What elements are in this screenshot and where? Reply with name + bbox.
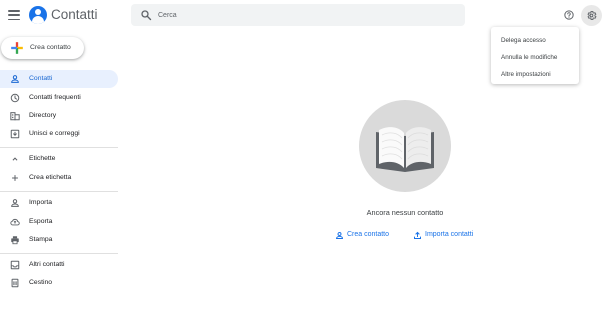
labels-section-header[interactable]: Etichette: [0, 150, 118, 168]
sidebar-item-contatti[interactable]: Contatti: [0, 70, 118, 88]
plus-icon: [12, 175, 18, 181]
sidebar-item-label: Altri contatti: [29, 261, 65, 268]
open-book-icon: [376, 127, 434, 172]
sidebar-divider: [0, 147, 118, 148]
search-input[interactable]: [158, 7, 458, 23]
menu-item-delega-accesso[interactable]: Delega accesso: [491, 32, 579, 49]
sidebar-item-label: Contatti frequenti: [29, 94, 81, 101]
history-icon: [10, 93, 20, 103]
sidebar-divider: [0, 253, 118, 254]
person-icon: [336, 232, 343, 239]
empty-state-message: Ancora nessun contatto: [366, 208, 444, 217]
menu-item-altre-impostazioni[interactable]: Altre impostazioni: [491, 66, 579, 83]
sidebar-item-cestino[interactable]: Cestino: [0, 274, 118, 292]
search-bar[interactable]: [131, 4, 465, 26]
sidebar-item-label: Stampa: [29, 236, 53, 243]
settings-menu: Delega accesso Annulla le modifiche Altr…: [491, 27, 579, 84]
sidebar-item-label: Importa: [29, 199, 53, 206]
plus-icon: [11, 42, 23, 54]
search-icon[interactable]: [140, 9, 152, 21]
sidebar-item-contatti-frequenti[interactable]: Contatti frequenti: [0, 89, 118, 107]
upload-icon: [414, 231, 421, 239]
sidebar-item-label: Unisci e correggi: [29, 130, 80, 137]
merge-icon: [10, 129, 20, 139]
sidebar-item-altri-contatti[interactable]: Altri contatti: [0, 256, 118, 274]
menu-item-annulla-modifiche[interactable]: Annulla le modifiche: [491, 49, 579, 66]
import-contacts-link[interactable]: Importa contatti: [413, 230, 483, 242]
sidebar-item-label: Esporta: [29, 218, 53, 225]
print-icon: [11, 236, 19, 245]
app-title: Contatti: [51, 7, 98, 22]
sidebar-item-label: Directory: [29, 112, 57, 119]
labels-section-label: Etichette: [29, 155, 56, 162]
sidebar-item-label: Contatti: [29, 75, 53, 82]
create-contact-link-label: Crea contatto: [347, 231, 390, 238]
import-icon: [11, 199, 19, 207]
gear-icon: [587, 11, 597, 20]
chevron-up-icon: [12, 157, 18, 161]
sidebar-item-label: Cestino: [29, 279, 53, 286]
sidebar-divider: [0, 191, 118, 192]
sidebar-item-unisci-e-correggi[interactable]: Unisci e correggi: [0, 125, 118, 143]
sidebar-item-directory[interactable]: Directory: [0, 107, 118, 125]
sidebar-item-importa[interactable]: Importa: [0, 194, 118, 212]
top-bar: Contatti: [0, 0, 610, 30]
help-icon[interactable]: [564, 10, 574, 20]
person-icon: [11, 75, 19, 83]
trash-icon: [11, 278, 19, 288]
create-contact-label: Crea contatto: [30, 44, 71, 51]
sidebar-item-stampa[interactable]: Stampa: [0, 231, 118, 249]
settings-button[interactable]: [581, 5, 602, 26]
domain-icon: [10, 112, 20, 121]
contacts-logo-icon: [29, 6, 47, 24]
empty-state-illustration: [359, 100, 451, 192]
cloud-upload-icon: [10, 218, 20, 226]
sidebar-item-label: Crea etichetta: [29, 174, 72, 181]
sidebar-item-crea-etichetta[interactable]: Crea etichetta: [0, 169, 118, 187]
sidebar-item-esporta[interactable]: Esporta: [0, 213, 118, 231]
inbox-icon: [10, 260, 20, 270]
create-contact-button[interactable]: Crea contatto: [1, 37, 84, 59]
create-contact-link[interactable]: Crea contatto: [335, 230, 395, 242]
main-menu-icon[interactable]: [8, 9, 20, 21]
import-contacts-link-label: Importa contatti: [425, 231, 474, 238]
